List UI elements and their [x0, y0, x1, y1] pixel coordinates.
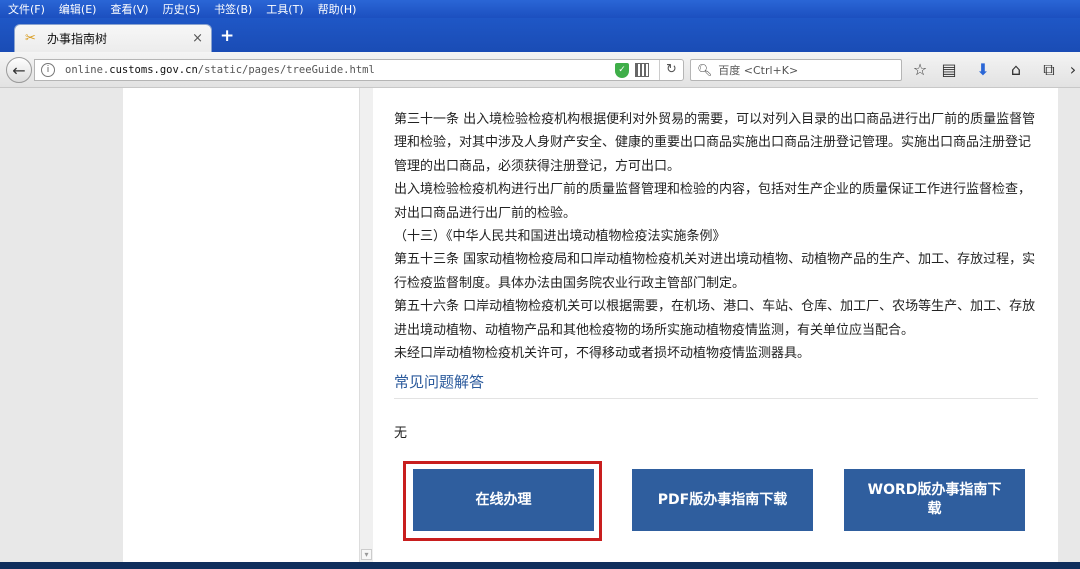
screenshot-icon[interactable]: ⧉	[1039, 60, 1059, 80]
menu-history[interactable]: 历史(S)	[161, 1, 213, 17]
more-tools-icon[interactable]: ›	[1066, 60, 1080, 80]
address-bar[interactable]: i online.customs.gov.cn/static/pages/tre…	[34, 59, 684, 81]
back-arrow-icon: ←	[12, 60, 26, 80]
search-input[interactable]: 🔍︎ 百度 <Ctrl+K>	[690, 59, 902, 81]
menu-help[interactable]: 帮助(H)	[316, 1, 369, 17]
tab-strip: ✂ 办事指南树 ×	[0, 18, 1080, 52]
new-tab-button[interactable]: +	[220, 26, 234, 46]
guide-content: 第三十一条 出入境检验检疫机构根据便利对外贸易的需要，可以对列入目录的出口商品进…	[373, 88, 1058, 562]
info-icon[interactable]: i	[41, 63, 55, 77]
tab-active[interactable]: ✂ 办事指南树 ×	[14, 24, 212, 52]
tools-favicon-icon: ✂	[25, 30, 36, 46]
download-icon[interactable]: ⬇	[973, 60, 993, 80]
back-button[interactable]: ←	[6, 57, 32, 83]
paragraph-article-53: 第五十三条 国家动植物检疫局和口岸动植物检疫机关对进出境动植物、动植物产品的生产…	[394, 252, 1036, 291]
online-processing-button[interactable]: 在线办理	[413, 469, 594, 531]
bottom-bar	[0, 562, 1080, 569]
paragraph-regulation-title: （十三）《中华人民共和国进出境动植物检疫法实施条例》	[394, 229, 726, 245]
word-guide-download-button[interactable]: WORD版办事指南下载	[844, 469, 1025, 531]
close-tab-icon[interactable]: ×	[192, 31, 203, 46]
legal-text: 第三十一条 出入境检验检疫机构根据便利对外贸易的需要，可以对列入目录的出口商品进…	[394, 108, 1039, 365]
reading-list-icon[interactable]: ▤	[939, 60, 959, 80]
tree-scrollbar[interactable]: ▾	[359, 88, 373, 562]
search-icon: 🔍︎	[697, 63, 713, 77]
paragraph-inspection: 出入境检验检疫机构进行出厂前的质量监督管理和检验的内容，包括对生产企业的质量保证…	[394, 182, 1032, 221]
menu-tools[interactable]: 工具(T)	[264, 1, 315, 17]
menu-bar: 文件(F) 编辑(E) 查看(V) 历史(S) 书签(B) 工具(T) 帮助(H…	[0, 0, 1080, 18]
page-viewport: ▾ 第三十一条 出入境检验检疫机构根据便利对外贸易的需要，可以对列入目录的出口商…	[0, 88, 1080, 562]
divider	[394, 398, 1038, 399]
paragraph-article-31: 第三十一条 出入境检验检疫机构根据便利对外贸易的需要，可以对列入目录的出口商品进…	[394, 112, 1036, 174]
menu-edit[interactable]: 编辑(E)	[57, 1, 109, 17]
guide-tree-panel	[123, 88, 359, 562]
home-icon[interactable]: ⌂	[1006, 60, 1026, 80]
faq-answer: 无	[394, 426, 408, 441]
tab-title: 办事指南树	[47, 32, 108, 46]
menu-view[interactable]: 查看(V)	[108, 1, 160, 17]
menu-file[interactable]: 文件(F)	[6, 1, 57, 17]
scroll-down-icon[interactable]: ▾	[361, 549, 372, 560]
faq-heading: 常见问题解答	[394, 373, 485, 391]
paragraph-article-56: 第五十六条 口岸动植物检疫机关可以根据需要，在机场、港口、车站、仓库、加工厂、农…	[394, 299, 1036, 338]
url-text[interactable]: online.customs.gov.cn/static/pages/treeG…	[65, 64, 615, 76]
star-icon[interactable]: ☆	[910, 60, 930, 80]
search-placeholder: 百度 <Ctrl+K>	[718, 64, 799, 77]
navigation-toolbar: ← i online.customs.gov.cn/static/pages/t…	[0, 52, 1080, 88]
pdf-guide-download-button[interactable]: PDF版办事指南下载	[632, 469, 813, 531]
menu-bookmarks[interactable]: 书签(B)	[212, 1, 264, 17]
paragraph-monitoring: 未经口岸动植物检疫机关许可，不得移动或者损坏动植物疫情监测器具。	[394, 346, 811, 362]
qr-code-icon[interactable]	[635, 63, 649, 77]
shield-icon[interactable]: ✓	[615, 62, 629, 78]
reload-icon[interactable]: ↻	[659, 60, 683, 80]
